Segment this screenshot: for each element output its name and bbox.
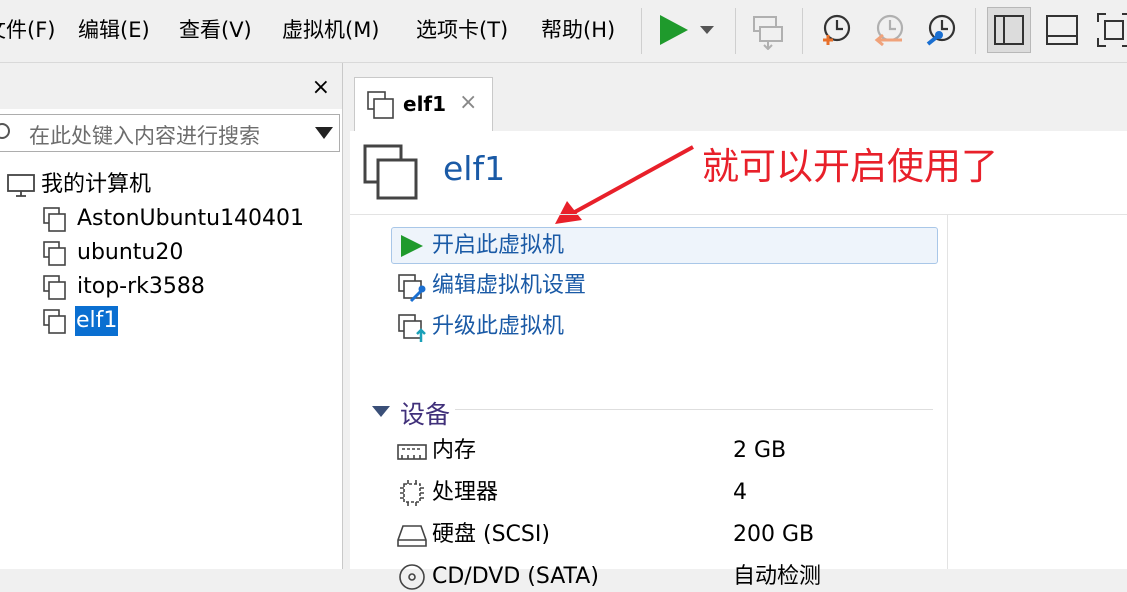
tree-vm-item-selected[interactable]: elf1: [75, 306, 119, 336]
tab-strip: elf1 ×: [350, 63, 1127, 131]
toolbar-separator: [735, 8, 736, 54]
annotation-text: 就可以开启使用了: [702, 145, 998, 188]
upgrade-vm-link[interactable]: 升级此虚拟机: [432, 312, 564, 342]
device-value: 4: [733, 480, 747, 505]
snapshot-manager-icon[interactable]: [920, 10, 960, 50]
menu-edit[interactable]: 编辑(E): [78, 16, 150, 44]
search-dropdown-icon[interactable]: [315, 127, 333, 139]
tab-close-button[interactable]: ×: [459, 90, 477, 115]
menu-help[interactable]: 帮助(H): [541, 16, 615, 44]
library-header: ×: [0, 63, 342, 109]
upgrade-vm-icon: [398, 314, 426, 342]
snapshot-take-icon[interactable]: [815, 10, 855, 50]
device-value: 2 GB: [733, 438, 787, 463]
devices-section-title[interactable]: 设备: [400, 395, 450, 431]
send-ctrl-alt-del-icon[interactable]: [748, 10, 788, 50]
computer-icon: [7, 174, 35, 197]
device-value: 自动检测: [733, 564, 822, 589]
toolbar-separator: [641, 8, 642, 54]
devices-collapse-icon[interactable]: [372, 406, 390, 417]
power-on-vm-link[interactable]: 开启此虚拟机: [432, 231, 564, 261]
device-name[interactable]: 处理器: [432, 478, 498, 508]
search-icon: [0, 123, 10, 139]
tab-elf1[interactable]: elf1 ×: [354, 77, 493, 131]
edit-vm-settings-link[interactable]: 编辑虚拟机设置: [432, 271, 586, 301]
power-dropdown-icon[interactable]: [694, 10, 720, 50]
edit-settings-icon: [398, 274, 426, 303]
library-pane: × 在此处键入内容进行搜索 我的计算机 AstonUbuntu140401 ub…: [0, 63, 342, 569]
menu-file[interactable]: 文件(F): [0, 16, 55, 44]
divider: [350, 214, 1127, 215]
vm-title: elf1: [443, 149, 506, 188]
fullscreen-icon[interactable]: [1094, 10, 1127, 50]
library-view-button[interactable]: [987, 7, 1031, 53]
vm-icon: [43, 241, 66, 266]
device-name[interactable]: CD/DVD (SATA): [432, 562, 599, 592]
vm-icon: [43, 275, 66, 300]
snapshot-revert-icon[interactable]: [868, 10, 908, 50]
vm-icon: [43, 207, 66, 232]
search-input[interactable]: 在此处键入内容进行搜索: [29, 120, 260, 150]
vm-large-icon: [363, 144, 418, 200]
toolbar-separator: [802, 8, 803, 54]
memory-icon: [397, 444, 427, 460]
library-search-box[interactable]: 在此处键入内容进行搜索: [0, 114, 340, 152]
device-name[interactable]: 硬盘 (SCSI): [432, 520, 550, 550]
divider: [947, 214, 948, 569]
library-close-button[interactable]: ×: [312, 77, 330, 99]
play-icon: [401, 235, 423, 257]
divider: [455, 409, 933, 410]
vm-icon: [367, 91, 394, 119]
console-view-icon[interactable]: [1042, 10, 1082, 50]
vm-summary-panel: elf1 就可以开启使用了 开启此虚拟机 编辑虚拟机设置 升级此虚拟机 设备 内…: [350, 131, 1127, 590]
power-on-icon[interactable]: [654, 10, 694, 50]
toolbar-separator: [975, 8, 976, 54]
tree-root-my-computer[interactable]: 我的计算机: [41, 170, 151, 200]
cpu-icon: [400, 480, 424, 506]
device-value: 200 GB: [733, 522, 815, 547]
menu-vm[interactable]: 虚拟机(M): [282, 16, 380, 44]
vm-icon: [43, 309, 66, 334]
device-name[interactable]: 内存: [432, 436, 476, 466]
library-view-icon: [994, 15, 1024, 45]
menu-view[interactable]: 查看(V): [179, 16, 252, 44]
menu-tabs[interactable]: 选项卡(T): [416, 16, 508, 44]
cdrom-icon: [399, 564, 425, 590]
menubar: 文件(F) 编辑(E) 查看(V) 虚拟机(M) 选项卡(T) 帮助(H): [0, 0, 1127, 63]
tree-vm-item[interactable]: AstonUbuntu140401: [77, 204, 304, 234]
annotation-arrow-icon: [555, 145, 694, 224]
tree-vm-item[interactable]: ubuntu20: [77, 238, 183, 268]
disk-icon: [397, 525, 427, 547]
tab-label: elf1: [403, 92, 447, 116]
tree-vm-item[interactable]: itop-rk3588: [77, 272, 205, 302]
